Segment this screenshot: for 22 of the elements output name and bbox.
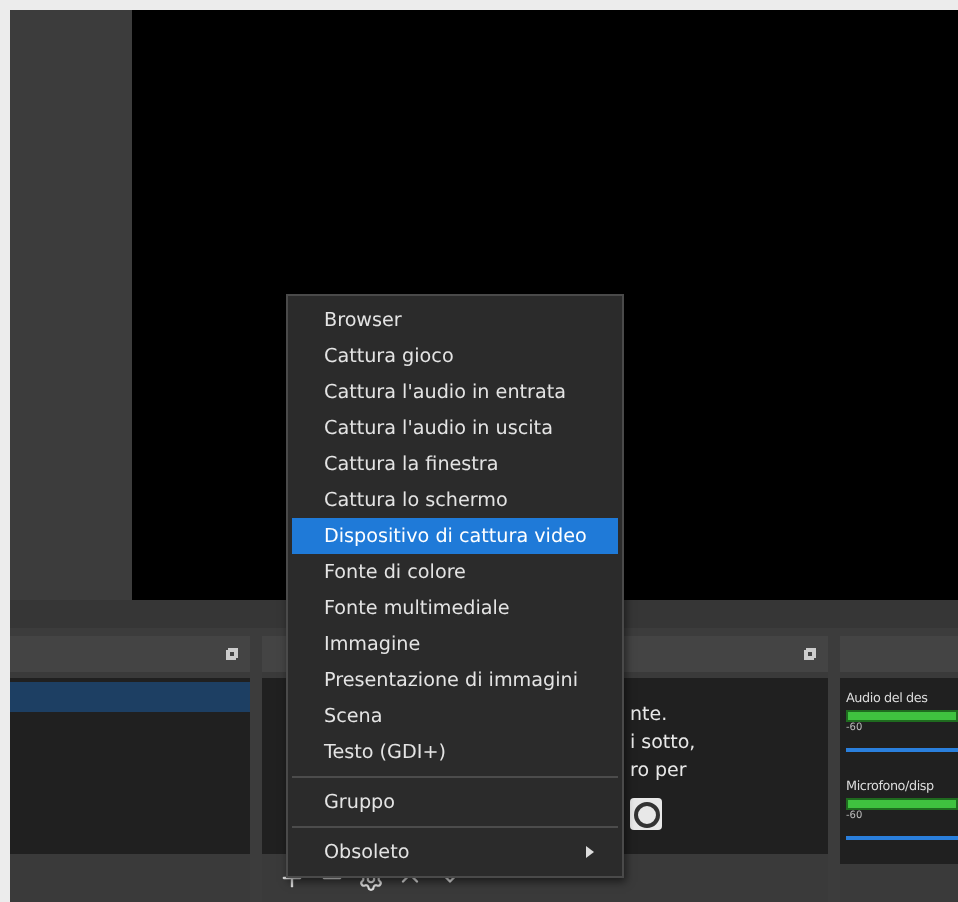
menu-item[interactable]: Presentazione di immagini — [292, 662, 618, 698]
menu-item[interactable]: Testo (GDI+) — [292, 734, 618, 770]
menu-item[interactable]: Gruppo — [292, 784, 618, 820]
level-meter — [846, 798, 958, 810]
level-meter — [846, 710, 958, 722]
menu-item[interactable]: Scena — [292, 698, 618, 734]
menu-item[interactable]: Cattura la finestra — [292, 446, 618, 482]
hint-text: nte. i sotto, ro per — [630, 702, 696, 786]
menu-item[interactable]: Cattura l'audio in uscita — [292, 410, 618, 446]
menu-item[interactable]: Obsoleto — [292, 834, 618, 870]
menu-item[interactable]: Cattura gioco — [292, 338, 618, 374]
menu-item[interactable]: Fonte di colore — [292, 554, 618, 590]
submenu-arrow-icon — [586, 846, 594, 858]
menu-item[interactable]: Cattura l'audio in entrata — [292, 374, 618, 410]
menu-item[interactable]: Dispositivo di cattura video — [292, 518, 618, 554]
circle-button[interactable] — [630, 798, 662, 830]
float-icon[interactable] — [226, 648, 238, 660]
menu-item[interactable]: Cattura lo schermo — [292, 482, 618, 518]
menu-item[interactable]: Fonte multimediale — [292, 590, 618, 626]
menu-item[interactable]: Browser — [292, 302, 618, 338]
float-icon[interactable] — [804, 648, 816, 660]
menu-item[interactable]: Immagine — [292, 626, 618, 662]
